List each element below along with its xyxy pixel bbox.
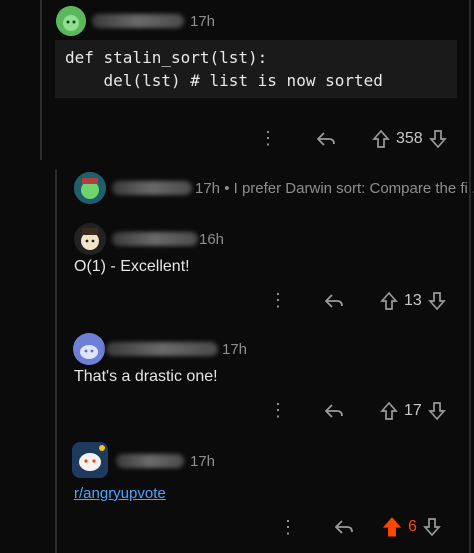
downvote-arrow-icon[interactable] <box>428 129 447 149</box>
downvote-arrow-icon[interactable] <box>423 517 441 537</box>
code-line: def stalin_sort(lst): <box>65 48 268 67</box>
avatar-icon <box>73 333 105 365</box>
username-redacted[interactable] <box>116 454 184 468</box>
reply-icon[interactable] <box>324 402 344 420</box>
avatar-icon <box>74 172 106 204</box>
comment-actions: ⋮ 358 <box>258 128 447 149</box>
thread-line-level1 <box>55 170 57 553</box>
upvote-arrow-icon[interactable] <box>380 291 398 311</box>
subreddit-link[interactable]: r/angryupvote <box>74 485 166 502</box>
avatar-icon <box>72 442 108 478</box>
vote-count: 13 <box>404 291 422 309</box>
downvote-arrow-icon[interactable] <box>427 401 446 421</box>
collapsed-preview[interactable]: I prefer Darwin sort: Compare the fi... <box>234 180 474 197</box>
code-block: def stalin_sort(lst): del(lst) # list is… <box>55 40 457 98</box>
reply-icon[interactable] <box>324 292 344 310</box>
comment-time: 17h <box>190 453 216 470</box>
comment-time: 17h <box>190 13 216 30</box>
avatar-icon <box>74 223 106 255</box>
avatar[interactable] <box>74 223 106 255</box>
comment-text: O(1) - Excellent! <box>74 258 190 275</box>
upvote-arrow-icon[interactable] <box>372 129 390 149</box>
username-redacted[interactable] <box>112 232 198 246</box>
comment-time: 16h <box>199 231 225 248</box>
avatar[interactable] <box>72 442 108 478</box>
username-redacted[interactable] <box>92 14 184 28</box>
reply-icon[interactable] <box>334 518 354 536</box>
vote-count: 358 <box>396 129 423 147</box>
downvote-arrow-icon[interactable] <box>427 291 446 311</box>
more-options-icon[interactable]: ⋮ <box>268 400 288 421</box>
comment-actions: ⋮ 13 <box>268 290 446 311</box>
avatar-icon <box>56 6 86 36</box>
username-redacted[interactable] <box>106 342 218 356</box>
avatar[interactable] <box>56 6 86 36</box>
scroll-edge <box>469 0 471 553</box>
comment-text: That's a drastic one! <box>74 368 218 385</box>
vote-count: 17 <box>404 401 422 419</box>
code-line: del(lst) # list is now sorted <box>65 71 383 90</box>
more-options-icon[interactable]: ⋮ <box>268 290 288 311</box>
avatar[interactable] <box>74 172 106 204</box>
time-text: 17h <box>195 180 221 197</box>
more-options-icon[interactable]: ⋮ <box>258 128 278 149</box>
avatar[interactable] <box>73 333 105 365</box>
comment-time: 17h <box>222 341 248 358</box>
upvote-arrow-icon[interactable] <box>380 401 398 421</box>
upvote-arrow-icon[interactable] <box>382 516 402 538</box>
comment-actions: ⋮ 6 <box>278 516 441 538</box>
vote-count: 6 <box>408 518 417 535</box>
more-options-icon[interactable]: ⋮ <box>278 517 298 538</box>
comment-actions: ⋮ 17 <box>268 400 446 421</box>
comment-time: 17h • I prefer Darwin sort: Compare the … <box>195 180 474 197</box>
username-redacted[interactable] <box>112 181 192 195</box>
thread-line-root <box>40 0 42 160</box>
reply-icon[interactable] <box>316 130 336 148</box>
